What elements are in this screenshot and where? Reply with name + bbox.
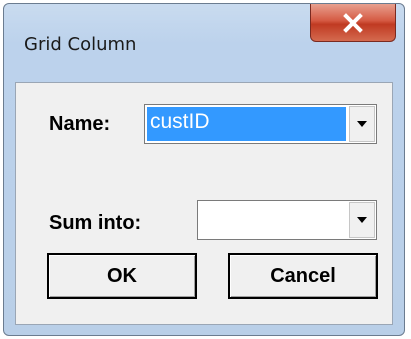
dialog-body: Name: custID Sum into: OK Cancel [15, 82, 393, 325]
sum-into-label: Sum into: [49, 212, 142, 234]
cancel-button[interactable]: Cancel [228, 253, 378, 299]
chevron-down-icon [357, 121, 367, 127]
sum-into-value[interactable] [200, 203, 346, 237]
close-button[interactable] [310, 4, 396, 42]
window-title: Grid Column [24, 34, 137, 55]
sum-into-dropdown-button[interactable] [349, 202, 375, 238]
name-combobox[interactable]: custID [144, 104, 377, 144]
sum-into-combobox[interactable] [197, 200, 377, 240]
name-value[interactable]: custID [147, 107, 346, 141]
close-icon [343, 12, 363, 33]
name-dropdown-button[interactable] [349, 106, 375, 142]
title-bar[interactable]: Grid Column [4, 4, 404, 82]
dialog-window: Grid Column Name: custID Sum into: OK Ca… [3, 3, 405, 336]
chevron-down-icon [357, 217, 367, 223]
ok-button[interactable]: OK [47, 253, 197, 299]
name-label: Name: [49, 113, 111, 135]
